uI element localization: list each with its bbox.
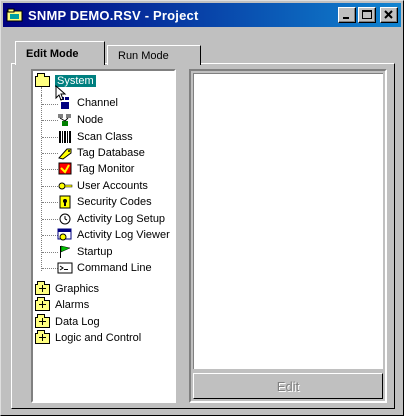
tree-node-startup-label: Startup — [77, 246, 113, 258]
tree-node-data-log[interactable]: Data Log — [35, 314, 100, 330]
tree-node-scan-class-label: Scan Class — [77, 131, 133, 143]
tree-node-graphics-label: Graphics — [55, 283, 100, 295]
tree-node-logic-and-control[interactable]: Logic and Control — [35, 330, 141, 346]
tree-node-activity-log-viewer[interactable]: Activity Log Viewer — [57, 227, 170, 243]
open-folder-icon — [35, 73, 51, 88]
tag-monitor-icon — [57, 162, 73, 176]
tree-node-tag-database-label: Tag Database — [77, 147, 145, 159]
network-node-icon — [57, 113, 73, 127]
close-icon[interactable] — [380, 7, 398, 23]
key-icon — [57, 179, 73, 193]
tag-database-icon — [57, 146, 73, 160]
tree-node-scan-class[interactable]: Scan Class — [57, 129, 133, 145]
tree-node-security-codes[interactable]: Security Codes — [57, 194, 152, 210]
tab-edit-mode[interactable]: Edit Mode — [15, 41, 105, 65]
tree-node-startup[interactable]: Startup — [57, 244, 112, 260]
closed-folder-icon — [35, 330, 51, 345]
tree-node-activity-log-setup-label: Activity Log Setup — [77, 213, 166, 225]
tab-run-mode[interactable]: Run Mode — [107, 45, 201, 65]
project-tree[interactable]: System Channel Node Scan Class Tag Datab… — [31, 69, 176, 403]
tree-node-channel-label: Channel — [77, 97, 118, 109]
flag-icon — [57, 245, 73, 259]
minimize-icon[interactable] — [338, 7, 356, 23]
maximize-icon[interactable] — [358, 7, 376, 23]
tree-node-activity-log-setup[interactable]: Activity Log Setup — [57, 211, 165, 227]
tree-node-logic-and-control-label: Logic and Control — [55, 332, 142, 344]
mouse-pointer-icon — [55, 85, 67, 101]
tree-node-security-codes-label: Security Codes — [77, 196, 152, 208]
scan-class-icon — [57, 130, 73, 144]
pane-splitter[interactable] — [177, 69, 187, 403]
detail-pane: Edit — [189, 69, 387, 403]
tree-node-user-accounts-label: User Accounts — [77, 180, 148, 192]
tree-node-command-line-label: Command Line — [77, 262, 152, 274]
project-folder-icon — [6, 7, 24, 23]
lock-icon — [57, 195, 73, 209]
clock-icon — [57, 212, 73, 226]
tree-node-tag-database[interactable]: Tag Database — [57, 145, 145, 161]
title-bar[interactable]: SNMP DEMO.RSV - Project — [3, 3, 401, 27]
tree-node-alarms[interactable]: Alarms — [35, 297, 89, 313]
edit-button-label: Edit — [276, 378, 300, 394]
closed-folder-icon — [35, 297, 51, 312]
tree-node-graphics[interactable]: Graphics — [35, 281, 99, 297]
tree-node-alarms-label: Alarms — [55, 299, 90, 311]
tree-node-tag-monitor[interactable]: Tag Monitor — [57, 161, 134, 177]
tree-node-tag-monitor-label: Tag Monitor — [77, 163, 135, 175]
tab-run-mode-label: Run Mode — [118, 49, 169, 62]
project-window: SNMP DEMO.RSV - Project Edit Mode Run Mo… — [0, 0, 404, 416]
command-line-icon — [57, 261, 73, 275]
closed-folder-icon — [35, 314, 51, 329]
tree-node-data-log-label: Data Log — [55, 316, 100, 328]
log-viewer-icon — [57, 228, 73, 242]
closed-folder-icon — [35, 281, 51, 296]
tree-node-user-accounts[interactable]: User Accounts — [57, 178, 148, 194]
tree-node-node-label: Node — [77, 114, 104, 126]
window-title: SNMP DEMO.RSV - Project — [28, 7, 199, 23]
edit-button[interactable]: Edit — [193, 373, 383, 399]
tree-node-command-line[interactable]: Command Line — [57, 260, 152, 276]
tree-node-activity-log-viewer-label: Activity Log Viewer — [77, 229, 170, 241]
detail-list[interactable] — [193, 73, 383, 369]
tree-node-node[interactable]: Node — [57, 112, 103, 128]
tab-edit-mode-label: Edit Mode — [26, 47, 79, 60]
